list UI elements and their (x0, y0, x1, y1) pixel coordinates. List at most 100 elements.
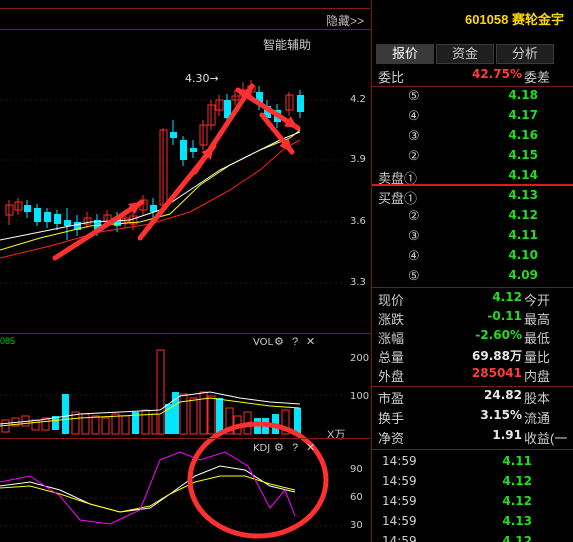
divider (372, 86, 573, 87)
kline-chart-canvas[interactable]: 4.30→ (0, 0, 370, 542)
kdj-pane-divider (0, 438, 370, 439)
ask-level-row[interactable]: ② 4.15 (378, 148, 573, 168)
kdj-axis-tick: 60 (350, 492, 363, 503)
tab-quote[interactable]: 报价 (376, 44, 434, 64)
volume-bar (81, 413, 90, 435)
price-axis-tick: 3.6 (350, 216, 366, 227)
stat-row: 外盘 285041 内盘 (378, 366, 573, 386)
candle-body (170, 132, 177, 138)
kdj-axis-tick: 90 (350, 464, 363, 475)
bid-level-index: ③ (408, 228, 420, 243)
ask-level-row[interactable]: ④ 4.17 (378, 108, 573, 128)
bid-level-row[interactable]: ⑤ 4.09 (378, 268, 573, 288)
price-axis-tick: 3.3 (350, 277, 366, 288)
kdj-help-button[interactable]: ? (292, 442, 298, 454)
bid-price: 4.11 (508, 228, 538, 242)
stat-right-label: 收益(一 (524, 431, 568, 446)
volume-side-note: 085 (0, 336, 16, 346)
stat-value: 4.12 (492, 290, 522, 304)
bid-price: 4.09 (508, 268, 538, 282)
tick-time: 14:59 (382, 514, 417, 528)
stock-title: 601058 赛轮金宇 (372, 9, 572, 28)
tab-capital[interactable]: 资金 (436, 44, 494, 64)
price-axis-tick: 3.9 (350, 154, 366, 165)
quote-tabs: 报价 资金 分析 (376, 44, 573, 64)
annotation-arrow (192, 83, 255, 175)
bid-level-row[interactable]: ③ 4.11 (378, 228, 573, 248)
tick-row: 14:59 4.12 (378, 474, 573, 494)
stock-code: 601058 (464, 12, 509, 27)
volume-axis-tick: 200 (350, 353, 370, 364)
candle-body (64, 220, 71, 226)
kdj-close-button[interactable]: ✕ (306, 441, 315, 454)
stat-row: 换手 3.15% 流通 (378, 408, 573, 428)
stat-right-label: 股本 (524, 391, 551, 406)
volume-bar (101, 417, 110, 435)
bid-level-row[interactable]: ④ 4.10 (378, 248, 573, 268)
ask-level-index: ③ (408, 128, 420, 143)
kdj-pane-label: KDJ (253, 443, 271, 454)
kdj-d-line (0, 475, 296, 513)
ma-line-yellow (0, 129, 301, 251)
stat-label: 外盘 (378, 369, 405, 384)
kdj-settings-gear-icon[interactable]: ⚙ (274, 441, 284, 454)
smart-assist-label[interactable]: 智能辅助 (263, 36, 311, 53)
ask-level-index: ④ (408, 108, 420, 123)
volume-close-button[interactable]: ✕ (306, 335, 315, 348)
stat-value: 24.82 (484, 388, 522, 402)
tick-price: 4.13 (502, 514, 532, 528)
volume-bar (179, 393, 188, 435)
volume-bar (151, 413, 160, 435)
volume-bar (91, 415, 100, 435)
ask-level-row[interactable]: ⑤ 4.18 (378, 88, 573, 108)
order-diff-label: 委差 (524, 70, 551, 85)
stat-row: 现价 4.12 今开 (378, 290, 573, 310)
chart-top-bar: 隐藏>> (0, 8, 370, 30)
volume-bar (207, 395, 216, 435)
stat-row: 涨跌 -0.11 最高 (378, 309, 573, 329)
kline-chart-area[interactable]: 4.30→ 隐藏>> 智能辅助 4.2 3.9 3.6 3.3 085 VOL … (0, 0, 370, 542)
quote-panel: 601058 赛轮金宇 报价 资金 分析 委比 42.75% 委差 ⑤ 4.18… (371, 0, 573, 542)
bid-level-index: ④ (408, 248, 420, 263)
volume-help-button[interactable]: ? (292, 336, 298, 348)
tick-row: 14:59 4.12 (378, 534, 573, 542)
stat-right-label: 量比 (524, 350, 551, 365)
ask-level-row[interactable]: ③ 4.16 (378, 128, 573, 148)
stat-right-label: 最低 (524, 331, 551, 346)
volume-bar (172, 392, 179, 434)
hide-panel-button[interactable]: 隐藏>> (326, 12, 364, 29)
bid-price: 4.12 (508, 208, 538, 222)
stock-name: 赛轮金宇 (511, 12, 564, 27)
tick-time: 14:59 (382, 474, 417, 488)
order-ratio-value: 42.75% (472, 67, 522, 81)
stat-label: 现价 (378, 293, 405, 308)
volume-bar (111, 413, 120, 435)
stat-right-label: 流通 (524, 411, 551, 426)
ask-level-index: ⑤ (408, 88, 420, 103)
tick-row: 14:59 4.12 (378, 494, 573, 514)
order-ratio-label: 委比 (378, 70, 405, 85)
divider (372, 449, 573, 450)
bid-level-row[interactable]: 买盘① 4.13 (378, 188, 573, 208)
candle-body (54, 214, 61, 224)
ask-price: 4.15 (508, 148, 538, 162)
bid-level-index: ⑤ (408, 268, 420, 283)
ask-level-index: ② (408, 148, 420, 163)
bid-level-row[interactable]: ② 4.12 (378, 208, 573, 228)
stat-value: 69.88万 (472, 349, 522, 363)
stat-right-label: 最高 (524, 312, 551, 327)
annotation-arrow (52, 199, 145, 261)
stat-label: 涨跌 (378, 312, 405, 327)
ma-line-red (0, 139, 301, 259)
stat-value: -0.11 (487, 309, 522, 323)
tab-analysis[interactable]: 分析 (496, 44, 554, 64)
volume-bar (121, 415, 130, 435)
volume-bar (216, 398, 223, 434)
order-ratio-row: 委比 42.75% 委差 (378, 67, 573, 85)
kdj-k-line (0, 465, 296, 513)
candle-body (190, 148, 197, 152)
ask-price: 4.18 (508, 88, 538, 102)
volume-bar (189, 397, 198, 435)
volume-settings-gear-icon[interactable]: ⚙ (274, 335, 284, 348)
stat-label: 市盈 (378, 391, 405, 406)
